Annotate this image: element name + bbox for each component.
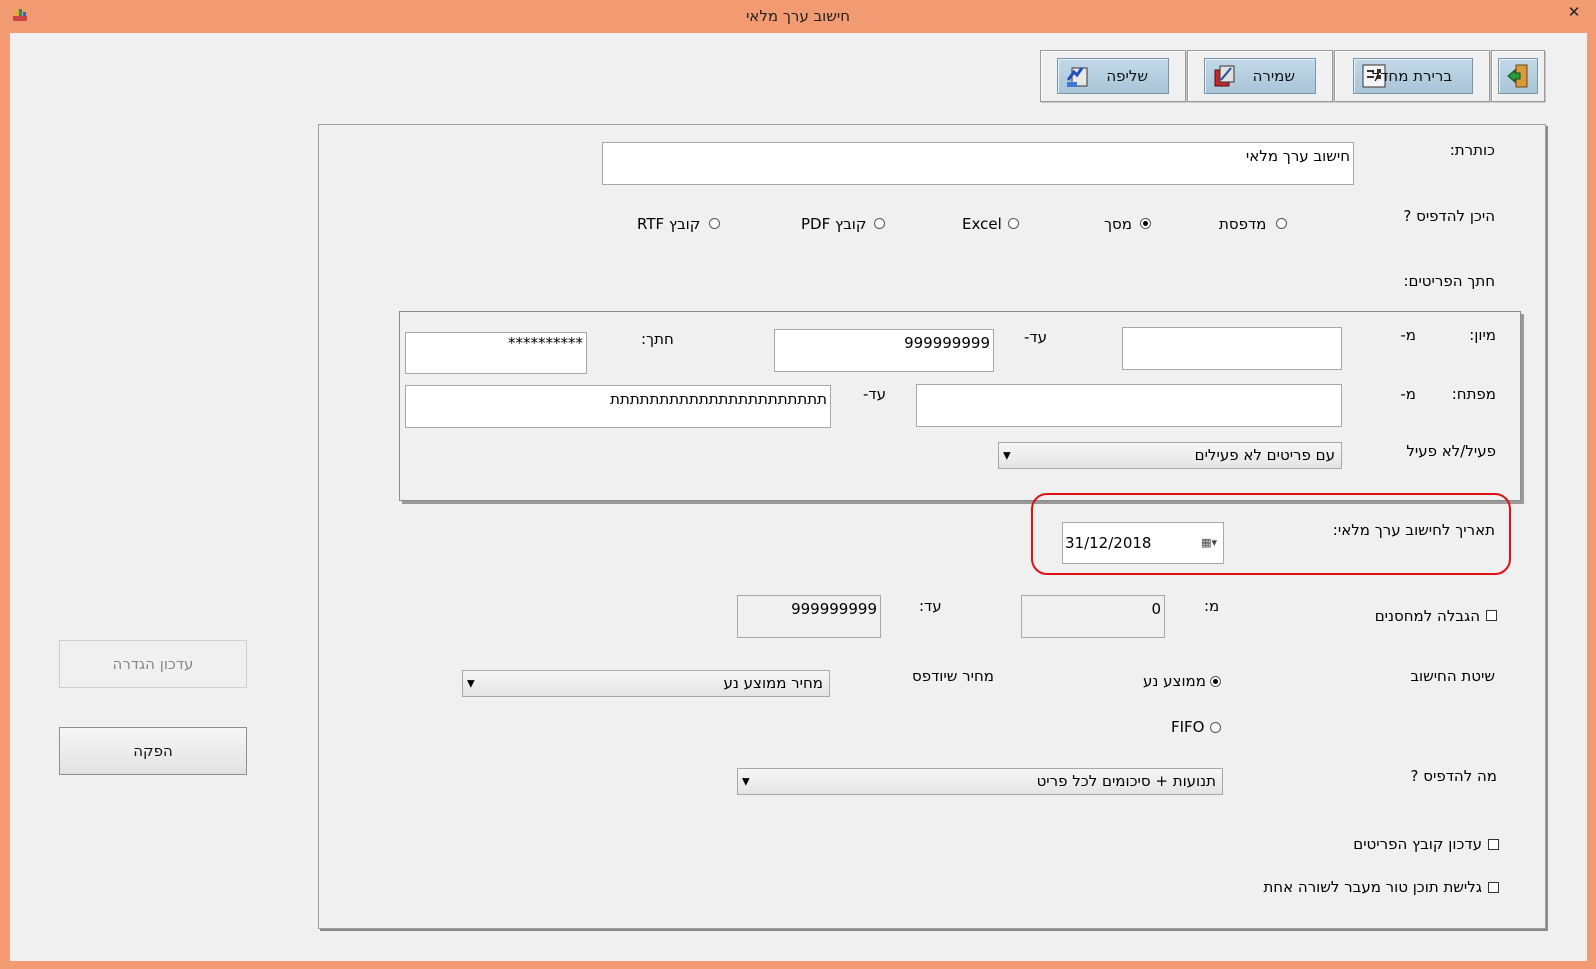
sort-from-input[interactable]: [1122, 327, 1342, 370]
what-print-select-value: תנועות + סיכומים לכל פריט: [1036, 772, 1216, 790]
retrieve-label: שליפה: [1106, 67, 1148, 85]
key-from-input[interactable]: [916, 384, 1342, 427]
print-option-pdf-radio[interactable]: [874, 218, 885, 229]
save-label: שמירה: [1252, 67, 1295, 85]
sort-to-input[interactable]: 999999999: [774, 329, 994, 372]
print-option-pdf-label: קובץ PDF: [801, 215, 867, 233]
default-button-group: ברירת מחדל: [1334, 50, 1490, 102]
save-button[interactable]: שמירה: [1204, 58, 1316, 94]
close-button[interactable]: ✕: [1559, 1, 1589, 23]
sort-from-label: מ-: [1400, 326, 1416, 344]
print-option-printer-radio[interactable]: [1276, 218, 1287, 229]
title-bar: חישוב ערך מלאי ✕: [0, 0, 1596, 33]
price-select-value: מחיר ממוצע נע: [723, 674, 824, 692]
client-area: ברירת מחדל שמירה שליפה כותרת: חישוב ערך …: [10, 33, 1587, 961]
active-select-value: עם פריטים לא פעילים: [1194, 446, 1335, 464]
key-to-input[interactable]: תתתתתתתתתתתתתתתתתתתתתת: [405, 385, 831, 428]
default-select-label: ברירת מחדל: [1371, 67, 1452, 85]
sort-to-label: עד-: [1024, 328, 1047, 346]
exit-button[interactable]: [1498, 58, 1538, 94]
items-section-label: חתך הפריטים:: [1403, 272, 1495, 290]
save-icon: [1214, 65, 1235, 87]
update-items-checkbox[interactable]: [1488, 839, 1499, 850]
main-panel: כותרת: חישוב ערך מלאי היכן להדפיס ? מדפס…: [318, 124, 1546, 929]
default-select-button[interactable]: ברירת מחדל: [1353, 58, 1473, 94]
warehouse-to-input[interactable]: 999999999: [737, 595, 881, 638]
warehouse-to-label: עד:: [919, 597, 942, 615]
sort-label: מיון:: [1469, 326, 1496, 344]
wrap-label: גלישת תוכן טור מעבר לשורה אחת: [1263, 878, 1482, 896]
update-definition-button[interactable]: עדכון הגדרה: [59, 640, 247, 688]
print-where-label: היכן להדפיס ?: [1403, 207, 1495, 225]
retrieve-button-group: שליפה: [1040, 50, 1186, 102]
exit-button-group: [1491, 50, 1545, 102]
key-from-label: מ-: [1400, 385, 1416, 403]
method-moving-avg-label: ממוצע נע: [1143, 672, 1206, 690]
chevron-down-icon: ▼: [1003, 450, 1011, 461]
print-option-excel-radio[interactable]: [1008, 218, 1019, 229]
wrap-checkbox[interactable]: [1488, 882, 1499, 893]
print-option-screen-radio[interactable]: [1140, 218, 1151, 229]
price-select[interactable]: מחיר ממוצע נע ▼: [462, 670, 830, 697]
price-label: מחיר שיודפס: [912, 667, 994, 685]
retrieve-icon: [1066, 67, 1088, 87]
window-title: חישוב ערך מלאי: [745, 7, 851, 25]
active-select[interactable]: עם פריטים לא פעילים ▼: [998, 442, 1342, 469]
what-print-select[interactable]: תנועות + סיכומים לכל פריט ▼: [737, 768, 1223, 795]
print-option-rtf-radio[interactable]: [709, 218, 720, 229]
warehouse-from-input[interactable]: 0: [1021, 595, 1165, 638]
warehouse-from-label: מ:: [1204, 597, 1220, 615]
print-option-screen-label: מסך: [1104, 215, 1132, 233]
print-option-printer-label: מדפסת: [1219, 215, 1267, 233]
update-items-label: עדכון קובץ הפריטים: [1353, 835, 1482, 853]
cut-input[interactable]: **********: [405, 332, 587, 374]
chevron-down-icon: ▼: [467, 678, 475, 689]
retrieve-button[interactable]: שליפה: [1057, 58, 1169, 94]
title-label: כותרת:: [1449, 141, 1495, 159]
active-label: פעיל/לא פעיל: [1406, 442, 1496, 460]
warehouse-limit-checkbox[interactable]: [1486, 610, 1497, 621]
warehouse-limit-label: הגבלה למחסנים: [1374, 607, 1480, 625]
method-moving-avg-radio[interactable]: [1210, 676, 1221, 687]
method-fifo-label: FIFO: [1171, 718, 1205, 736]
print-option-rtf-label: קובץ RTF: [637, 215, 701, 233]
date-highlight-annotation: [1031, 493, 1511, 575]
produce-button[interactable]: הפקה: [59, 727, 247, 775]
chevron-down-icon: ▼: [742, 776, 750, 787]
save-button-group: שמירה: [1187, 50, 1333, 102]
method-label: שיטת החישוב: [1410, 667, 1495, 685]
print-option-excel-label: Excel: [962, 215, 1002, 233]
key-label: מפתח:: [1451, 385, 1496, 403]
what-print-label: מה להדפיס ?: [1410, 767, 1497, 785]
key-to-label: עד-: [863, 385, 886, 403]
items-filter-box: מיון: מ- עד- 999999999 חתך: ********** מ…: [399, 311, 1521, 501]
method-fifo-radio[interactable]: [1210, 722, 1221, 733]
title-input[interactable]: חישוב ערך מלאי: [602, 142, 1354, 185]
exit-door-icon: [1507, 64, 1528, 88]
cut-label: חתך:: [641, 330, 674, 348]
